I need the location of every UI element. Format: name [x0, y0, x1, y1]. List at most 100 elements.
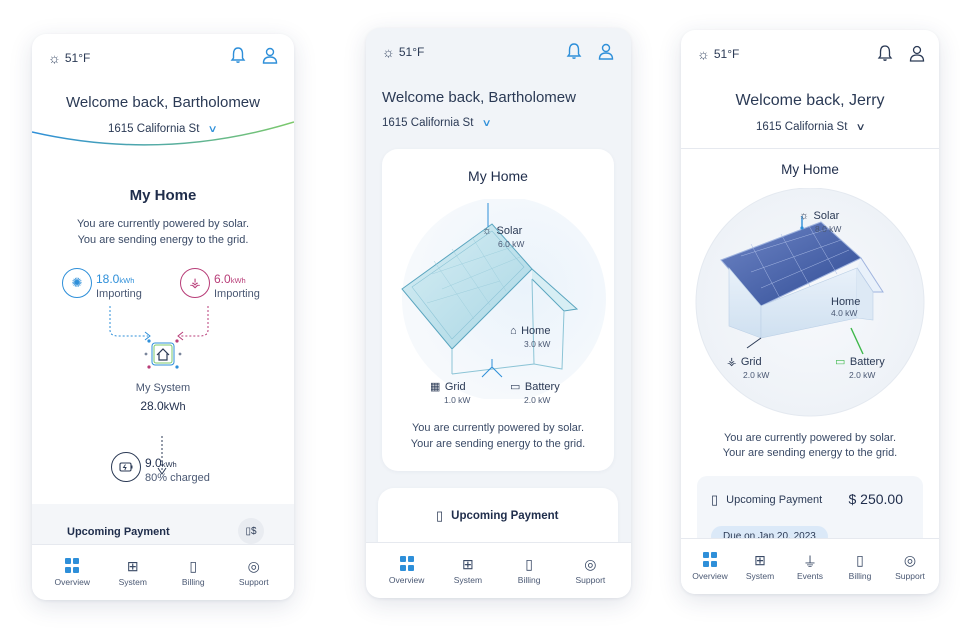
system-reading: 28.0kWh: [32, 397, 294, 415]
system-label: My System: [135, 382, 191, 394]
home-reading: Home 4.0 kW: [831, 296, 860, 318]
my-home-card: My Home ☼ Solar 6.0 kW ⌂ Home 3.0 kW ▦ G…: [382, 149, 614, 471]
solar-unit: kWh: [119, 276, 135, 285]
bell-icon[interactable]: [230, 46, 246, 69]
battery-unit: kWh: [161, 460, 177, 469]
nav-system[interactable]: ⊞ System: [735, 552, 785, 581]
bill-icon: ▯: [711, 492, 719, 507]
nav-overview[interactable]: Overview: [47, 558, 97, 587]
battery-reading: 9.0kWh 80% charged: [145, 454, 210, 484]
bell-icon[interactable]: [566, 42, 582, 65]
chevron-down-icon: ∨: [481, 117, 493, 129]
battery-reading: ▭ Battery 2.0 kW: [835, 352, 885, 380]
nav-label: Overview: [388, 575, 425, 585]
weather-temp: 51°F: [713, 47, 740, 61]
nav-support[interactable]: ◎ Support: [565, 556, 615, 585]
section-title: My Home: [468, 168, 528, 184]
grid-icon: ▦: [430, 381, 441, 393]
bottom-nav: Overview ⊞ System ▯ Billing ◎ Support: [366, 542, 631, 598]
solar-reading: ☼ Solar 6.0 kW: [482, 221, 524, 249]
nav-overview[interactable]: Overview: [382, 556, 432, 585]
bottom-nav: Overview ⊞ System ⏚ Events ▯ Billing ◎ Suppo…: [681, 538, 939, 594]
user-icon[interactable]: [598, 42, 614, 65]
phone-screen-1: ☼ 51°F Welcome back, Bartholomew 1615 Ca…: [32, 34, 294, 600]
solar-value: 8.0 kW: [815, 224, 842, 234]
address-text: 1615 California St: [382, 117, 474, 129]
nav-events[interactable]: ⏚ Events: [785, 552, 835, 581]
overview-icon: [399, 556, 414, 572]
grid-tower-icon: ⚶: [189, 275, 201, 290]
solar-value: 6.0 kW: [498, 239, 525, 249]
divider: [681, 148, 939, 149]
nav-label: Support: [575, 575, 606, 585]
user-icon[interactable]: [262, 46, 278, 69]
headset-icon: ◎: [903, 552, 917, 568]
gear-sun-icon: ✺: [71, 275, 83, 290]
sun-icon: ☼: [382, 44, 395, 60]
nav-label: Overview: [54, 577, 90, 587]
nav-label: System: [453, 575, 483, 585]
nav-label: System: [745, 571, 775, 581]
status-line-2: Your are sending energy to the grid.: [722, 447, 898, 459]
system-unit: kWh: [163, 401, 186, 413]
status-line-2: Your are sending energy to the grid.: [410, 438, 586, 450]
grid-label: Grid: [444, 381, 466, 393]
battery-label: Battery: [524, 381, 560, 393]
grid-value: 6.0: [214, 272, 231, 286]
nav-support[interactable]: ◎ Support: [885, 552, 935, 581]
headset-icon: ◎: [247, 558, 260, 574]
nav-support[interactable]: ◎ Support: [229, 558, 279, 587]
nav-overview[interactable]: Overview: [685, 552, 735, 581]
home-label: Home: [831, 296, 861, 308]
bill-icon: ▯: [525, 556, 533, 572]
status-line-2: You are sending energy to the grid.: [77, 234, 249, 246]
nav-billing[interactable]: ▯ Billing: [504, 556, 554, 585]
weather-widget: ☼ 51°F: [48, 50, 90, 66]
user-icon[interactable]: [909, 44, 925, 67]
overview-icon: [65, 558, 80, 574]
home-icon: ⌂: [510, 325, 517, 337]
bill-icon: ▯: [189, 558, 198, 574]
solar-panel-icon: ⊞: [462, 556, 474, 572]
grid-value: 1.0 kW: [444, 395, 471, 405]
headset-icon: ◎: [584, 556, 597, 572]
bottom-nav: Overview ⊞ System ▯ Billing ◎ Support: [32, 544, 294, 600]
system-node[interactable]: [143, 334, 183, 374]
grid-unit: kWh: [230, 276, 246, 285]
payment-strip[interactable]: Upcoming Payment ▯$: [32, 504, 294, 544]
nav-system[interactable]: ⊞ System: [108, 558, 158, 587]
battery-icon: ▭: [510, 381, 521, 393]
address-selector[interactable]: 1615 California St ∨: [382, 117, 493, 129]
solar-label: Solar: [496, 225, 523, 237]
nav-label: Events: [797, 571, 823, 581]
home-value: 3.0 kW: [524, 339, 551, 349]
weather-temp: 51°F: [64, 51, 91, 65]
bill-icon[interactable]: ▯$: [238, 518, 264, 544]
nav-billing[interactable]: ▯ Billing: [168, 558, 218, 587]
system-value: 28.0: [140, 399, 164, 413]
grid-tower-icon: ⚶: [727, 356, 737, 368]
address-selector[interactable]: 1615 California St ∨: [756, 121, 867, 133]
section-title: My Home: [129, 187, 197, 204]
address-text: 1615 California St: [756, 121, 848, 133]
grid-reading: ⚶ Grid 2.0 kW: [727, 352, 769, 380]
nav-system[interactable]: ⊞ System: [443, 556, 493, 585]
nav-label: Billing: [181, 577, 205, 587]
battery-value: 2.0 kW: [524, 395, 551, 405]
battery-icon: [119, 462, 133, 472]
weather-temp: 51°F: [398, 45, 425, 59]
grid-reading: ▦ Grid 1.0 kW: [430, 377, 470, 405]
chevron-down-icon: ∨: [855, 121, 867, 133]
nav-billing[interactable]: ▯ Billing: [835, 552, 885, 581]
payment-header: ▯ Upcoming Payment: [436, 508, 559, 524]
solar-value: 18.0: [96, 272, 120, 286]
payment-header: ▯ Upcoming Payment: [711, 492, 822, 508]
nav-label: Support: [238, 577, 269, 587]
grid-label: Grid: [740, 356, 762, 368]
bell-icon[interactable]: [877, 44, 893, 67]
welcome-text: Welcome back, Bartholomew: [382, 89, 576, 106]
header-wave: [32, 121, 294, 146]
plug-icon: ⏚: [803, 554, 817, 570]
overview-icon: [703, 552, 717, 568]
solar-label: Solar: [813, 210, 840, 222]
